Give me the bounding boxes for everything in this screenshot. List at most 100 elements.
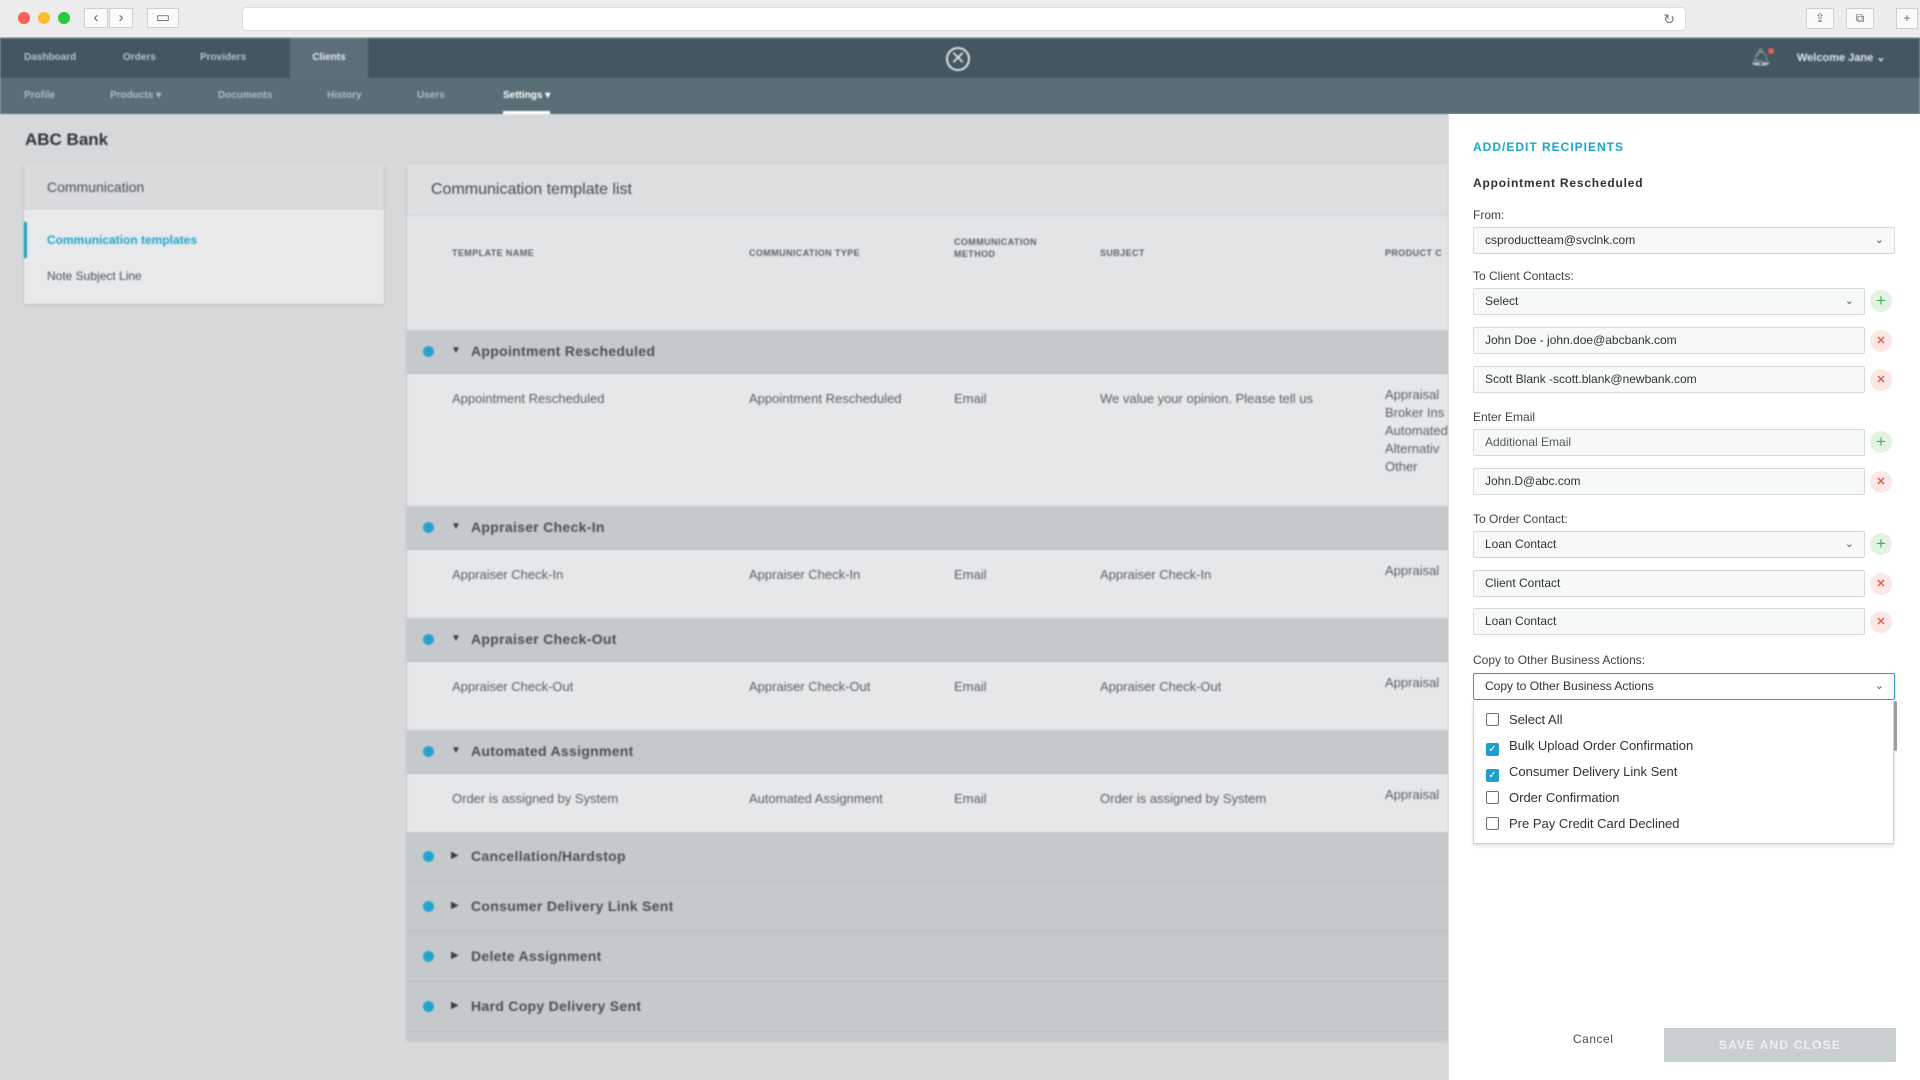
cell-product: Appraisal [1385, 563, 1440, 578]
share-icon[interactable]: ⇪ [1806, 8, 1834, 29]
address-bar[interactable]: ↻ [242, 7, 1686, 31]
remove-client-contact-icon[interactable]: ✕ [1870, 369, 1892, 391]
col-product[interactable]: PRODUCT C [1385, 248, 1442, 258]
caret-down-icon[interactable]: ▼ [451, 633, 461, 644]
col-communication-method[interactable]: COMMUNICATION METHOD [954, 236, 1064, 260]
template-group-header[interactable]: ▶ Cancellation/Hardstop [407, 832, 1448, 882]
close-window-icon[interactable] [18, 12, 30, 24]
template-group-header[interactable]: ▼ Appraiser Check-In [407, 506, 1448, 550]
template-group-header[interactable]: ▼ Automated Assignment [407, 730, 1448, 774]
remove-email-icon[interactable]: ✕ [1870, 471, 1892, 493]
copy-option[interactable]: ✓ Bulk Upload Order Confirmation [1486, 735, 1693, 757]
copy-actions-select[interactable]: Copy to Other Business Actions ⌄ [1473, 673, 1895, 700]
caret-down-icon[interactable]: ▼ [451, 745, 461, 756]
table-row[interactable]: Appointment Rescheduled Appointment Resch… [407, 374, 1448, 506]
checked-checkbox-icon[interactable]: ✓ [1486, 743, 1499, 756]
checkbox-icon[interactable] [1486, 713, 1499, 726]
table-row[interactable]: Order is assigned by System Automated Ass… [407, 774, 1448, 832]
template-group-header[interactable]: ▼ Appraiser Check-Out [407, 618, 1448, 662]
enter-email-label: Enter Email [1473, 410, 1536, 424]
client-contacts-select[interactable]: Select ⌄ [1473, 288, 1865, 315]
remove-order-contact-icon[interactable]: ✕ [1870, 573, 1892, 595]
col-communication-type[interactable]: COMMUNICATION TYPE [749, 248, 860, 258]
back-button[interactable]: ‹ [84, 8, 108, 28]
reload-icon[interactable]: ↻ [1663, 11, 1675, 28]
subnav-history[interactable]: History [327, 78, 361, 114]
subnav-settings[interactable]: Settings ▾ [503, 78, 551, 114]
cell-method: Email [954, 791, 987, 806]
template-group-header[interactable]: ▶Inspection Completed [407, 1032, 1448, 1040]
sidebar-toggle-icon[interactable]: ▭ [147, 8, 179, 28]
col-subject[interactable]: SUBJECT [1100, 248, 1145, 258]
checked-checkbox-icon[interactable]: ✓ [1486, 769, 1499, 782]
user-menu[interactable]: Welcome Jane ⌄ [1797, 38, 1886, 78]
copy-select-value: Copy to Other Business Actions [1485, 679, 1654, 693]
order-contact-select[interactable]: Loan Contact ⌄ [1473, 531, 1865, 558]
copy-option[interactable]: Order Confirmation [1486, 787, 1620, 809]
status-dot [423, 634, 434, 645]
nav-dashboard[interactable]: Dashboard [24, 38, 76, 78]
order-contact-field[interactable]: Loan Contact [1473, 608, 1865, 635]
template-group-name: Appraiser Check-Out [471, 631, 617, 647]
copy-option-label: Pre Pay Credit Card Declined [1509, 816, 1680, 831]
nav-orders[interactable]: Orders [123, 38, 156, 78]
checkbox-icon[interactable] [1486, 791, 1499, 804]
caret-down-icon[interactable]: ▼ [451, 345, 461, 356]
caret-right-icon[interactable]: ▶ [451, 850, 459, 861]
status-dot [423, 901, 434, 912]
copy-actions-dropdown: Select All ✓ Bulk Upload Order Confirmatio… [1473, 701, 1897, 844]
cancel-button[interactable]: Cancel [1573, 1032, 1613, 1046]
forward-button[interactable]: › [109, 8, 133, 28]
maximize-window-icon[interactable] [58, 12, 70, 24]
client-contact-field[interactable]: Scott Blank -scott.blank@newbank.com [1473, 366, 1865, 393]
copy-option[interactable]: Select All [1486, 709, 1562, 731]
template-group-header[interactable]: ▶ Consumer Delivery Link Sent [407, 882, 1448, 932]
nav-providers[interactable]: Providers [200, 38, 246, 78]
checkbox-icon[interactable] [1486, 817, 1499, 830]
add-client-contact-icon[interactable]: + [1870, 290, 1892, 312]
save-and-close-button[interactable]: SAVE AND CLOSE [1664, 1028, 1896, 1062]
remove-client-contact-icon[interactable]: ✕ [1870, 330, 1892, 352]
chevron-down-icon: ⌄ [1874, 680, 1884, 692]
remove-order-contact-icon[interactable]: ✕ [1870, 611, 1892, 633]
cell-type: Appraiser Check-Out [749, 679, 871, 694]
bell-icon[interactable]: 🔔︎ [1750, 48, 1774, 68]
main-content: ABC Bank Communication Communication tem… [0, 114, 1448, 1080]
sidebar-item-note-subject-line[interactable]: Note Subject Line [24, 258, 384, 294]
subnav-documents[interactable]: Documents [218, 78, 272, 114]
nav-clients[interactable]: Clients [290, 38, 368, 78]
add-email-icon[interactable]: + [1870, 431, 1892, 453]
caret-right-icon[interactable]: ▶ [451, 950, 459, 961]
caret-down-icon[interactable]: ▼ [451, 521, 461, 532]
order-contact-field[interactable]: Client Contact [1473, 570, 1865, 597]
minimize-window-icon[interactable] [38, 12, 50, 24]
template-group-header[interactable]: ▼ Appointment Rescheduled [407, 330, 1448, 374]
email-field[interactable]: John.D@abc.com [1473, 468, 1865, 495]
dropdown-scrollbar[interactable] [1894, 701, 1897, 751]
new-tab-icon[interactable]: + [1896, 8, 1918, 29]
template-group-header[interactable]: ▶ Delete Assignment [407, 932, 1448, 982]
status-dot [423, 1001, 434, 1012]
subnav-products[interactable]: Products ▾ [110, 78, 161, 114]
tabs-icon[interactable]: ⧉ [1846, 8, 1874, 29]
template-group-header[interactable]: ▶ Hard Copy Delivery Sent [407, 982, 1448, 1032]
table-row[interactable]: Appraiser Check-In Appraiser Check-In Emai… [407, 550, 1448, 618]
additional-email-input[interactable]: Additional Email [1473, 429, 1865, 456]
table-row[interactable]: Appraiser Check-Out Appraiser Check-Out Em… [407, 662, 1448, 730]
sidebar-item-communication-templates[interactable]: Communication templates [24, 222, 384, 258]
caret-right-icon[interactable]: ▶ [451, 1000, 459, 1011]
from-select[interactable]: csproductteam@svclnk.com ⌄ [1473, 227, 1895, 254]
client-contact-field[interactable]: John Doe - john.doe@abcbank.com [1473, 327, 1865, 354]
template-group-name: Automated Assignment [471, 743, 634, 759]
subnav-users[interactable]: Users [417, 78, 445, 114]
logo-icon[interactable]: ✕ [946, 47, 970, 71]
copy-option[interactable]: Pre Pay Credit Card Declined [1486, 813, 1680, 835]
subnav-profile[interactable]: Profile [24, 78, 55, 114]
order-select-value: Loan Contact [1485, 537, 1557, 551]
page-title: ABC Bank [25, 130, 109, 149]
add-order-contact-icon[interactable]: + [1870, 533, 1892, 555]
from-value: csproductteam@svclnk.com [1485, 233, 1636, 247]
col-template-name[interactable]: TEMPLATE NAME [452, 248, 534, 258]
caret-right-icon[interactable]: ▶ [451, 900, 459, 911]
copy-option[interactable]: ✓ Consumer Delivery Link Sent [1486, 761, 1677, 783]
